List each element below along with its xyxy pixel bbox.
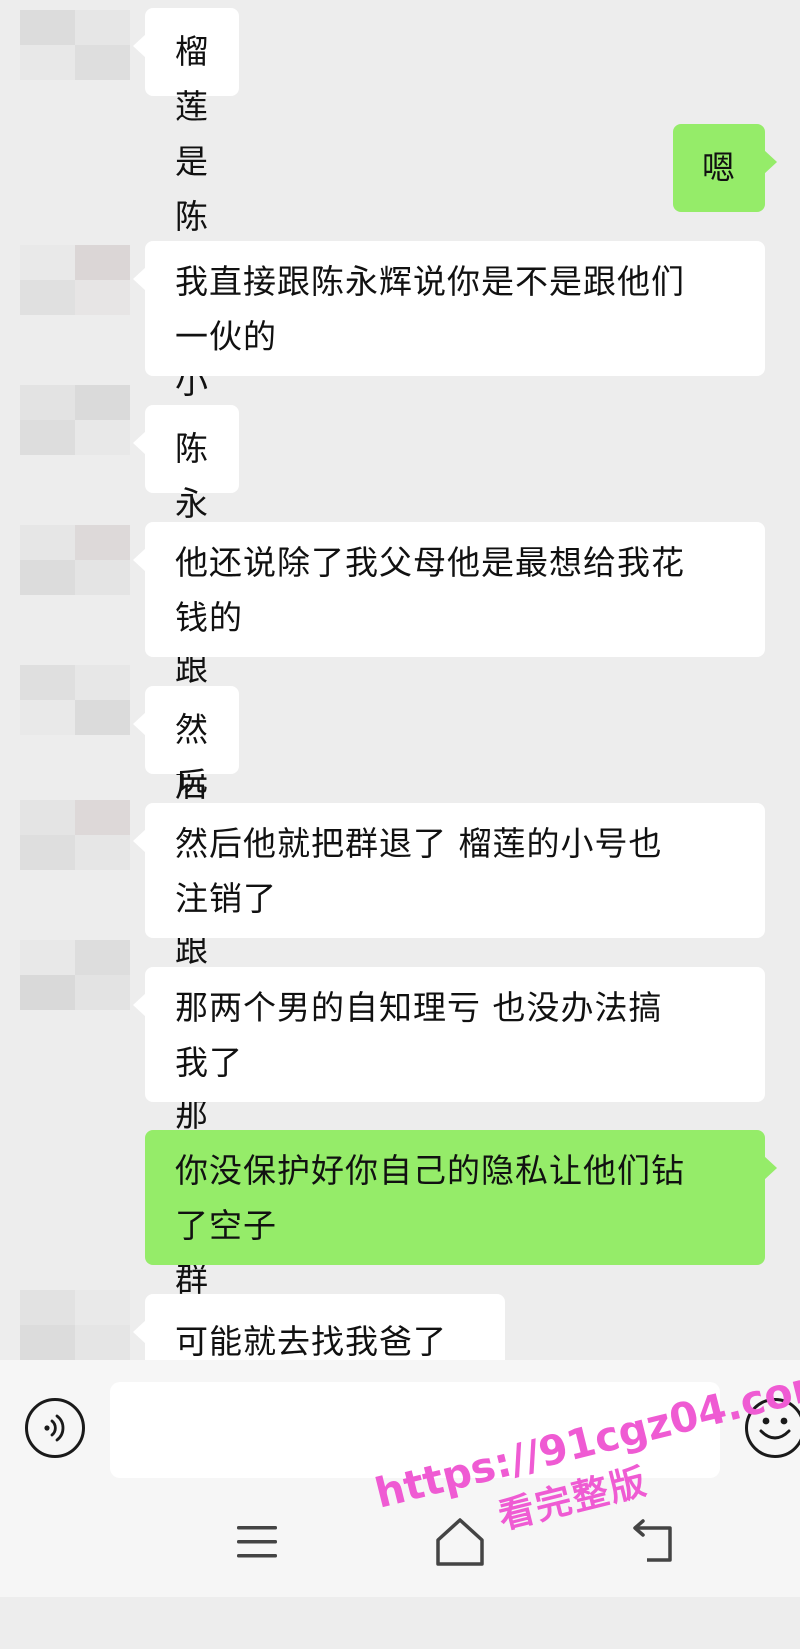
message-line: 我了 — [175, 1043, 243, 1082]
message-bubble[interactable]: 你没保护好你自己的隐私让他们钻 了空子 — [145, 1130, 777, 1265]
input-bar — [0, 1360, 800, 1480]
message-bubble[interactable]: 然后我就跟他说那你退群 — [133, 686, 239, 1299]
message-line: 钱的 — [175, 598, 243, 637]
message-bubble[interactable]: 然后他就把群退了 榴莲的小号也 注销了 — [133, 803, 765, 938]
system-nav-bar — [0, 1480, 800, 1597]
message-bubble[interactable]: 嗯 — [673, 124, 777, 212]
menu-icon[interactable] — [232, 1522, 282, 1562]
emoji-button[interactable] — [745, 1398, 800, 1458]
message-input[interactable] — [110, 1382, 720, 1478]
message-bubble[interactable]: 陈永辉就跟我说不是 — [133, 405, 239, 908]
message-line: 我直接跟陈永辉说你是不是跟他们 — [175, 262, 685, 301]
message-bubble[interactable]: 他还说除了我父母他是最想给我花 钱的 — [133, 522, 765, 657]
avatar[interactable] — [20, 525, 130, 595]
message-line: 然后他就把群退了 榴莲的小号也 — [175, 824, 663, 863]
avatar[interactable] — [20, 800, 130, 870]
message-text: 可能就去找我爸了 — [175, 1322, 447, 1360]
message-line: 了空子 — [175, 1206, 277, 1245]
message-line: 他还说除了我父母他是最想给我花 — [175, 543, 685, 582]
avatar[interactable] — [20, 940, 130, 1010]
message-line: 注销了 — [175, 879, 277, 918]
avatar[interactable] — [20, 1290, 130, 1360]
message-bubble[interactable]: 榴莲是陈永辉小号 — [133, 8, 239, 456]
message-line: 那两个男的自知理亏 也没办法搞 — [175, 988, 663, 1027]
avatar[interactable] — [20, 665, 130, 735]
home-icon[interactable] — [430, 1512, 490, 1572]
back-icon[interactable] — [625, 1518, 680, 1568]
message-line: 一伙的 — [175, 317, 277, 356]
avatar[interactable] — [20, 10, 130, 80]
voice-button[interactable] — [25, 1398, 85, 1458]
message-bubble[interactable]: 我直接跟陈永辉说你是不是跟他们 一伙的 — [133, 241, 765, 376]
message-bubble[interactable]: 可能就去找我爸了 — [133, 1294, 505, 1360]
voice-icon — [44, 1414, 65, 1442]
message-bubble[interactable]: 那两个男的自知理亏 也没办法搞 我了 — [133, 967, 765, 1102]
avatar[interactable] — [20, 385, 130, 455]
emoji-icon — [759, 1417, 791, 1440]
message-text: 嗯 — [702, 148, 736, 187]
message-line: 你没保护好你自己的隐私让他们钻 — [175, 1151, 685, 1190]
avatar[interactable] — [20, 245, 130, 315]
chat-area[interactable]: 榴莲是陈永辉小号 嗯 我直接跟陈永辉说你是不是跟他们 一伙的 陈永辉就跟我说不是 — [0, 0, 800, 1360]
